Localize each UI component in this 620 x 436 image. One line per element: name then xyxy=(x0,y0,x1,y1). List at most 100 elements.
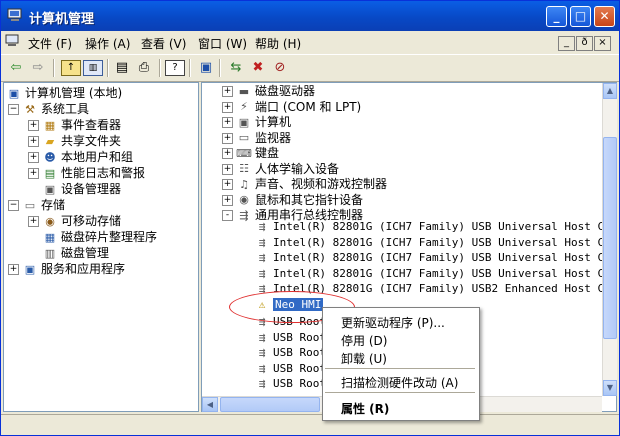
context-menu: 更新驱动程序 (P)... 停用 (D) 卸载 (U) 扫描检测硬件改动 (A)… xyxy=(322,307,480,421)
tree-label: 计算机管理 (本地) xyxy=(25,86,123,100)
properties-icon[interactable]: ▤ xyxy=(113,59,131,77)
device-category[interactable]: + ▬ 磁盘驱动器 xyxy=(222,83,315,99)
monitor-icon: ▭ xyxy=(238,131,250,144)
tree-item-shared-folders[interactable]: + ▰ 共享文件夹 xyxy=(28,133,121,149)
usb-root-hub-item[interactable]: ⇶ USB Root xyxy=(254,345,326,361)
maximize-button[interactable]: □ xyxy=(570,6,591,27)
usb-root-hub-item[interactable]: ⇶ USB Root xyxy=(254,330,326,346)
expand-toggle[interactable]: + xyxy=(222,194,233,206)
scroll-down-button[interactable]: ▼ xyxy=(603,380,617,396)
port-icon: ⚡ xyxy=(240,100,248,113)
forward-arrow-icon[interactable]: ⇨ xyxy=(29,59,47,77)
scroll-left-button[interactable]: ◀ xyxy=(202,397,218,412)
disk-drive-icon: ▬ xyxy=(238,84,250,98)
tree-item-root[interactable]: ▣ 计算机管理 (本地) xyxy=(6,85,122,101)
expand-toggle[interactable]: + xyxy=(28,152,39,163)
tree-item-perf-logs[interactable]: + ▤ 性能日志和警报 xyxy=(28,165,145,181)
tree-item-disk-management[interactable]: ▥ 磁盘管理 xyxy=(42,245,109,261)
device-category[interactable]: + ⚡ 端口 (COM 和 LPT) xyxy=(222,99,361,115)
computer-management-window: 计算机管理 _ □ ✕ 文件 (F) 操作 (A) 查看 (V) 窗口 (W) … xyxy=(0,0,620,436)
usb-root-hub-item[interactable]: ⇶ USB Root xyxy=(254,361,326,377)
scan-hardware-icon[interactable]: ▣ xyxy=(197,59,215,77)
tree-item-device-manager[interactable]: ▣ 设备管理器 xyxy=(42,181,121,197)
mdi-minimize-button[interactable]: _ xyxy=(558,36,575,51)
mdi-close-button[interactable]: × xyxy=(594,36,611,51)
tree-item-removable-storage[interactable]: + ◉ 可移动存储 xyxy=(28,213,121,229)
menu-item-disable[interactable]: 停用 (D) xyxy=(341,332,387,349)
device-category[interactable]: + ♫ 声音、视频和游戏控制器 xyxy=(222,176,387,192)
vertical-scroll-thumb[interactable] xyxy=(603,137,617,339)
toolbox-icon: ⚒ xyxy=(25,102,35,116)
menu-item-update-driver[interactable]: 更新驱动程序 (P)... xyxy=(341,314,445,331)
usb-root-hub-item[interactable]: ⇶ USB Root xyxy=(254,376,326,392)
tree-item-local-users[interactable]: + ☻ 本地用户和组 xyxy=(28,149,133,165)
expand-toggle[interactable]: + xyxy=(222,179,233,190)
expand-toggle[interactable]: + xyxy=(28,168,39,179)
minimize-button[interactable]: _ xyxy=(546,6,567,27)
vertical-scrollbar[interactable]: ▲ ▼ xyxy=(602,83,617,396)
disable-icon[interactable]: ⊘ xyxy=(271,59,289,77)
usb-icon: ⇶ xyxy=(239,208,249,222)
usb-device-item[interactable]: ⇶ Intel(R) 82801G (ICH7 Family) USB Unive… xyxy=(254,235,616,251)
show-hide-tree-icon[interactable]: ▥ xyxy=(83,60,103,76)
menu-window[interactable]: 窗口 (W) xyxy=(198,35,247,52)
device-category-label: 声音、视频和游戏控制器 xyxy=(255,177,388,191)
expand-toggle[interactable]: + xyxy=(28,120,39,131)
title-bar[interactable]: 计算机管理 _ □ ✕ xyxy=(1,1,619,31)
tree-item-defrag[interactable]: ▦ 磁盘碎片整理程序 xyxy=(42,229,157,245)
print-icon[interactable]: ⎙ xyxy=(135,59,153,77)
device-manager-icon: ▣ xyxy=(44,182,56,196)
help-icon[interactable]: ? xyxy=(165,60,185,76)
menu-item-uninstall[interactable]: 卸载 (U) xyxy=(341,350,387,367)
device-category[interactable]: + ⌨ 键盘 xyxy=(222,145,279,161)
collapse-toggle[interactable]: - xyxy=(222,210,233,221)
device-category[interactable]: + ▣ 计算机 xyxy=(222,114,291,130)
menu-help[interactable]: 帮助 (H) xyxy=(255,35,301,52)
device-category-label: 计算机 xyxy=(255,115,292,129)
expand-toggle[interactable]: + xyxy=(222,117,233,128)
toolbar-separator xyxy=(189,59,191,77)
device-category-label: 监视器 xyxy=(255,130,292,145)
up-folder-icon[interactable]: ↑ xyxy=(61,60,81,76)
device-category[interactable]: + ▭ 监视器 xyxy=(222,130,291,146)
tree-item-services[interactable]: + ▣ 服务和应用程序 xyxy=(8,261,125,277)
scroll-up-button[interactable]: ▲ xyxy=(603,83,617,99)
menu-item-scan-hardware[interactable]: 扫描检测硬件改动 (A) xyxy=(341,374,458,391)
expand-toggle[interactable]: + xyxy=(222,86,233,97)
close-button[interactable]: ✕ xyxy=(594,6,615,27)
expand-toggle[interactable]: + xyxy=(222,132,233,144)
tree-item-system-tools[interactable]: − ⚒ 系统工具 xyxy=(8,101,89,117)
expand-toggle[interactable]: + xyxy=(222,148,233,159)
collapse-toggle[interactable]: − xyxy=(8,200,19,211)
usb-device-item[interactable]: ⇶ Intel(R) 82801G (ICH7 Family) USB Unive… xyxy=(254,250,616,266)
horizontal-scroll-thumb[interactable] xyxy=(220,397,320,412)
collapse-toggle[interactable]: − xyxy=(8,104,19,115)
tree-item-event-viewer[interactable]: + ▦ 事件查看器 xyxy=(28,117,121,133)
expand-toggle[interactable]: + xyxy=(28,216,39,227)
computer-management-icon xyxy=(7,8,22,21)
expand-toggle[interactable]: + xyxy=(8,264,19,275)
users-icon: ☻ xyxy=(44,150,56,164)
usb-icon: ⇶ xyxy=(258,346,266,359)
uninstall-icon[interactable]: ✖ xyxy=(249,59,267,77)
tree-item-storage[interactable]: − ▭ 存储 xyxy=(8,197,65,213)
device-category[interactable]: + ☷ 人体学输入设备 xyxy=(222,161,339,177)
menu-item-properties[interactable]: 属性 (R) xyxy=(341,400,389,417)
device-category[interactable]: + ◉ 鼠标和其它指针设备 xyxy=(222,192,363,208)
expand-toggle[interactable]: + xyxy=(222,163,233,175)
update-driver-icon[interactable]: ⇆ xyxy=(227,59,245,77)
menu-action[interactable]: 操作 (A) xyxy=(85,35,130,52)
device-category-label: 人体学输入设备 xyxy=(255,161,340,176)
back-arrow-icon[interactable]: ⇦ xyxy=(7,59,25,77)
usb-icon: ⇶ xyxy=(258,220,266,233)
mdi-restore-button[interactable]: ð xyxy=(576,36,593,51)
menu-file[interactable]: 文件 (F) xyxy=(28,35,72,52)
menu-view[interactable]: 查看 (V) xyxy=(141,35,186,52)
expand-toggle[interactable]: + xyxy=(28,136,39,147)
mdi-child-icon[interactable] xyxy=(5,34,21,48)
usb-device-item[interactable]: ⇶ Intel(R) 82801G (ICH7 Family) USB Unive… xyxy=(254,266,617,282)
usb-device-label: Intel(R) 82801G (ICH7 Family) USB Univer… xyxy=(273,220,617,233)
usb-device-item[interactable]: ⇶ Intel(R) 82801G (ICH7 Family) USB Unive… xyxy=(254,219,617,235)
expand-toggle[interactable]: + xyxy=(222,101,233,113)
usb-device-label: Intel(R) 82801G (ICH7 Family) USB Univer… xyxy=(273,266,617,280)
